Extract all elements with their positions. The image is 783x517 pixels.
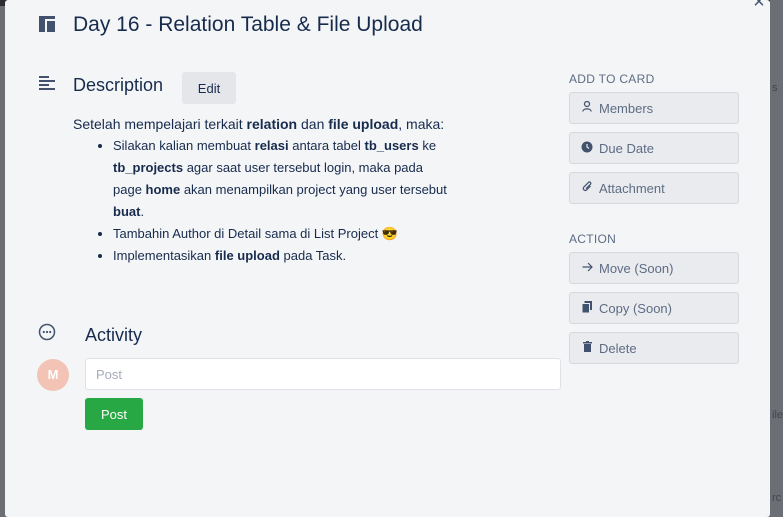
arrow-right-icon bbox=[580, 261, 594, 275]
delete-button[interactable]: Delete bbox=[569, 332, 739, 364]
edit-description-button[interactable]: Edit bbox=[182, 72, 236, 104]
list-item: Implementasikan file upload pada Task. bbox=[113, 245, 453, 267]
list-item: Tambahin Author di Detail sama di List P… bbox=[113, 223, 453, 245]
clock-icon bbox=[580, 141, 594, 156]
card-icon bbox=[39, 16, 55, 37]
description-heading: Description bbox=[73, 75, 164, 95]
copy-icon bbox=[580, 300, 594, 316]
close-icon[interactable]: × bbox=[749, 0, 769, 12]
sunglasses-emoji-icon: 😎 bbox=[381, 226, 398, 241]
avatar: M bbox=[37, 359, 69, 391]
card-title: Day 16 - Relation Table & File Upload bbox=[73, 13, 423, 36]
board-background-text: rc bbox=[772, 492, 782, 504]
description-icon bbox=[39, 76, 55, 95]
attachment-button[interactable]: Attachment bbox=[569, 172, 739, 204]
move-button[interactable]: Move (Soon) bbox=[569, 252, 739, 284]
activity-heading: Activity bbox=[85, 325, 143, 345]
description-list: Silakan kalian membuat relasi antara tab… bbox=[73, 135, 453, 267]
comment-input[interactable] bbox=[85, 358, 561, 390]
comment-icon bbox=[38, 323, 56, 346]
post-button[interactable]: Post bbox=[85, 398, 143, 430]
list-item: Silakan kalian membuat relasi antara tab… bbox=[113, 135, 453, 223]
board-background-text: ile bbox=[772, 409, 783, 421]
due-date-button[interactable]: Due Date bbox=[569, 132, 739, 164]
members-button[interactable]: Members bbox=[569, 92, 739, 124]
board-background bbox=[770, 0, 783, 517]
person-icon bbox=[580, 100, 594, 115]
paperclip-icon bbox=[580, 180, 594, 196]
action-heading: ACTION bbox=[569, 232, 617, 246]
add-to-card-heading: ADD TO CARD bbox=[569, 72, 655, 86]
card-modal: × Day 16 - Relation Table & File Upload … bbox=[5, 0, 770, 517]
board-background-text: s bbox=[772, 82, 778, 94]
description-body: Setelah mempelajari terkait relation dan… bbox=[73, 113, 453, 267]
description-intro: Setelah mempelajari terkait relation dan… bbox=[73, 116, 445, 132]
copy-button[interactable]: Copy (Soon) bbox=[569, 292, 739, 324]
trash-icon bbox=[580, 341, 594, 355]
